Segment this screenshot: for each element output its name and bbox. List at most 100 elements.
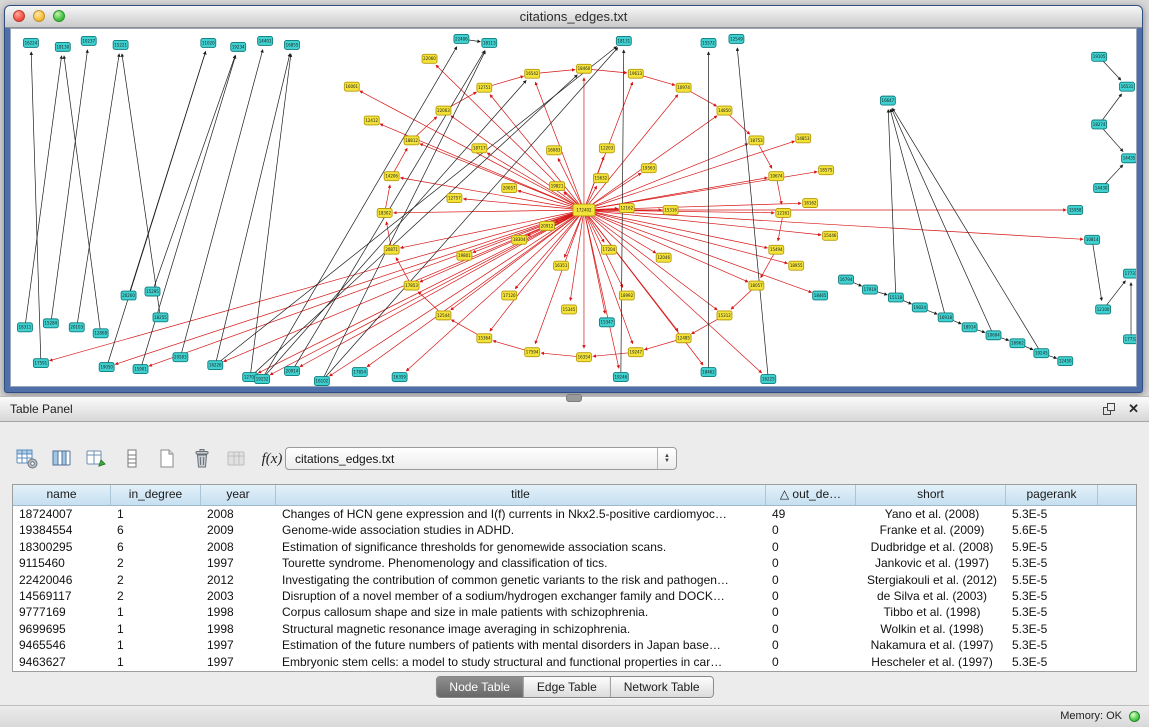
graph-edge[interactable] — [888, 110, 896, 298]
graph-node[interactable]: 18274 — [1092, 120, 1107, 129]
graph-node[interactable]: 16102 — [314, 377, 329, 386]
table-cell[interactable]: 2009 — [201, 522, 276, 538]
graph-node[interactable]: 16224 — [23, 38, 38, 47]
graph-node[interactable]: 15364 — [477, 334, 492, 343]
table-cell[interactable]: 0 — [766, 637, 856, 653]
graph-edge[interactable] — [584, 95, 678, 210]
table-cell[interactable]: 1 — [111, 604, 201, 620]
graph-edge[interactable] — [584, 210, 605, 314]
graph-node[interactable]: 18717 — [472, 144, 487, 153]
graph-edge[interactable] — [621, 50, 624, 377]
table-cell[interactable]: 2 — [111, 555, 201, 571]
table-cell[interactable]: 0 — [766, 539, 856, 555]
dropdown-stepper-icon[interactable]: ▲ ▼ — [657, 448, 676, 469]
table-cell[interactable]: 0 — [766, 604, 856, 620]
graph-edge[interactable] — [890, 109, 945, 317]
minimize-window-button[interactable] — [33, 10, 45, 22]
table-cell[interactable]: Estimation of the future numbers of pati… — [276, 637, 766, 653]
close-window-button[interactable] — [13, 10, 25, 22]
table-cell[interactable]: 1 — [111, 654, 201, 670]
graph-node[interactable]: 19801 — [457, 251, 472, 260]
graph-node[interactable]: 15347 — [599, 318, 614, 327]
tab-node-table[interactable]: Node Table — [436, 677, 524, 697]
graph-node[interactable]: 10604 — [986, 331, 1001, 340]
create-column-button[interactable] — [84, 446, 110, 472]
graph-node[interactable]: 20912 — [540, 221, 555, 230]
table-cell[interactable]: 19384554 — [13, 522, 111, 538]
table-cell[interactable]: Corpus callosum shape and size in male p… — [276, 604, 766, 620]
graph-node[interactable]: 14853 — [796, 134, 811, 143]
graph-node[interactable]: 17731 — [1124, 269, 1136, 278]
graph-node[interactable]: 16001 — [344, 82, 359, 91]
graph-edge[interactable] — [329, 210, 584, 376]
graph-edge[interactable] — [406, 210, 584, 371]
graph-node[interactable]: 18575 — [819, 166, 834, 175]
graph-node[interactable]: 16647 — [880, 96, 895, 105]
graph-node[interactable]: 12100 — [1096, 305, 1111, 314]
graph-node[interactable]: 12412 — [364, 116, 379, 125]
graph-node[interactable]: 16225 — [761, 375, 776, 384]
table-cell[interactable]: Tibbo et al. (1998) — [856, 604, 1006, 620]
table-cell[interactable]: Structural magnetic resonance image aver… — [276, 621, 766, 637]
table-row[interactable]: 946362711997Embryonic stem cells: a mode… — [13, 654, 1136, 670]
graph-node[interactable]: 12203 — [599, 144, 614, 153]
zoom-window-button[interactable] — [53, 10, 65, 22]
graph-node[interactable]: 12450 — [1058, 357, 1073, 366]
graph-edge[interactable] — [152, 55, 235, 291]
graph-node[interactable]: 19024 — [912, 303, 927, 312]
table-cell[interactable]: Hescheler et al. (1997) — [856, 654, 1006, 670]
table-cell[interactable]: 2008 — [201, 506, 276, 522]
graph-node[interactable]: 18255 — [153, 313, 168, 322]
table-cell[interactable]: 9463627 — [13, 654, 111, 670]
table-cell[interactable]: Changes of HCN gene expression and I(f) … — [276, 506, 766, 522]
table-cell[interactable]: 0 — [766, 572, 856, 588]
tab-edge-table[interactable]: Edge Table — [524, 677, 611, 697]
table-cell[interactable]: 1 — [111, 637, 201, 653]
graph-node[interactable]: 16359 — [392, 373, 407, 382]
graph-node[interactable]: 22406 — [454, 34, 469, 43]
graph-node[interactable]: 18462 — [701, 368, 716, 377]
table-cell[interactable]: Disruption of a novel member of a sodium… — [276, 588, 766, 604]
graph-node[interactable]: 11020 — [201, 38, 216, 47]
show-columns-button[interactable] — [49, 446, 75, 472]
table-cell[interactable]: 2 — [111, 588, 201, 604]
graph-edge[interactable] — [31, 52, 41, 363]
table-cell[interactable]: 14569117 — [13, 588, 111, 604]
graph-edge[interactable] — [584, 210, 619, 368]
graph-node[interactable]: 20914 — [285, 367, 300, 376]
graph-node[interactable]: 12161 — [776, 208, 791, 217]
graph-edge[interactable] — [77, 54, 119, 328]
table-cell[interactable]: 5.3E-5 — [1006, 621, 1098, 637]
graph-node[interactable]: 18460 — [576, 64, 591, 73]
graph-node[interactable]: 10674 — [769, 172, 784, 181]
table-row[interactable]: 969969511998Structural magnetic resonanc… — [13, 621, 1136, 637]
table-cell[interactable]: 18300295 — [13, 539, 111, 555]
row-height-button[interactable] — [119, 446, 145, 472]
graph-node[interactable]: 17853 — [404, 281, 419, 290]
graph-node[interactable]: 18753 — [749, 136, 764, 145]
table-cell[interactable]: 1998 — [201, 604, 276, 620]
table-cell[interactable]: 2012 — [201, 572, 276, 588]
table-cell[interactable]: Yano et al. (2008) — [856, 506, 1006, 522]
graph-node[interactable]: 16855 — [285, 40, 300, 49]
graph-node[interactable]: 19821 — [550, 182, 565, 191]
graph-node[interactable]: 19234 — [231, 42, 246, 51]
graph-node[interactable]: 14206 — [384, 172, 399, 181]
graph-edge[interactable] — [149, 210, 584, 366]
table-cell[interactable]: 5.3E-5 — [1006, 637, 1098, 653]
column-header-title[interactable]: title — [276, 485, 766, 505]
table-cell[interactable]: 6 — [111, 539, 201, 555]
graph-node[interactable]: 15312 — [717, 311, 732, 320]
table-row[interactable]: 1456911722003Disruption of a novel membe… — [13, 588, 1136, 604]
graph-node[interactable]: 17594 — [525, 348, 540, 357]
table-cell[interactable]: 0 — [766, 522, 856, 538]
table-cell[interactable]: de Silva et al. (2003) — [856, 588, 1006, 604]
table-cell[interactable]: 5.5E-5 — [1006, 572, 1098, 588]
graph-node[interactable]: 20657 — [502, 184, 517, 193]
graph-node[interactable]: 17732 — [1124, 335, 1136, 344]
graph-edge[interactable] — [250, 54, 291, 377]
graph-node[interactable]: 16354 — [576, 353, 591, 362]
table-cell[interactable]: 6 — [111, 522, 201, 538]
table-cell[interactable]: Wolkin et al. (1998) — [856, 621, 1006, 637]
graph-node[interactable]: 10237 — [81, 36, 96, 45]
